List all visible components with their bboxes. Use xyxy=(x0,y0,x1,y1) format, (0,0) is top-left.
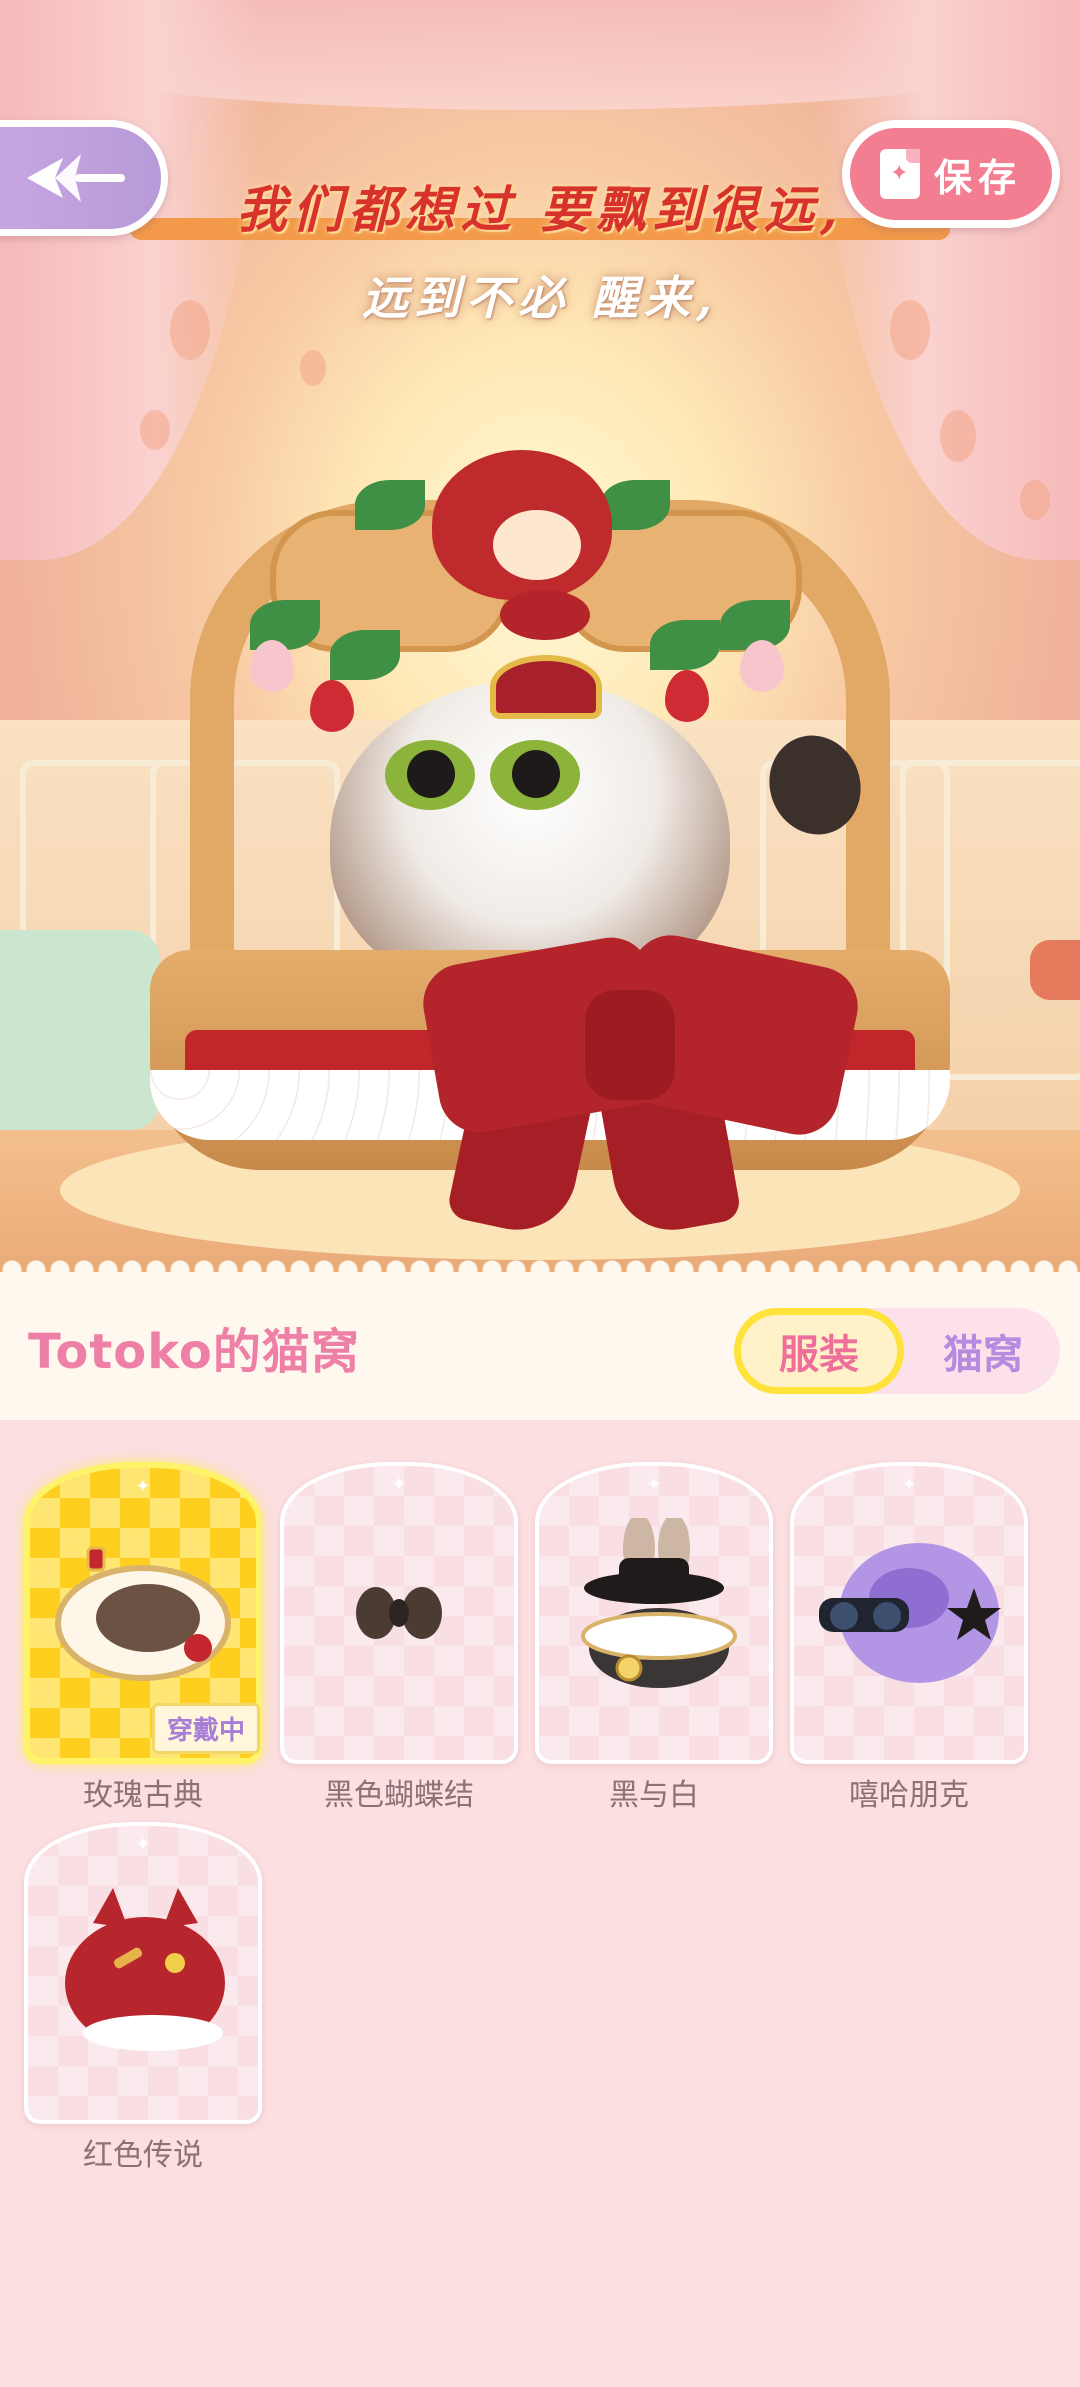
bow-knot xyxy=(585,990,675,1100)
cat-eye xyxy=(385,740,475,810)
equipped-badge: 穿戴中 xyxy=(151,1703,260,1754)
category-toggle: 服装 猫窝 xyxy=(734,1308,1060,1394)
leaf xyxy=(250,600,320,650)
cat-eye xyxy=(490,740,580,810)
black-and-white-outfit-icon xyxy=(581,1518,737,1688)
rose-classic-collar-icon xyxy=(55,1546,231,1681)
gift-box xyxy=(0,930,160,1130)
black-bow-icon xyxy=(356,1587,442,1639)
wall-dot xyxy=(1020,480,1050,520)
back-button[interactable] xyxy=(0,120,168,236)
ornament-bow xyxy=(500,590,590,640)
wall-dot xyxy=(300,350,326,386)
lyric-line-2: 远到不必 醒来, xyxy=(361,271,719,325)
crown xyxy=(490,655,602,719)
item-card-hiphop-punk[interactable]: ✦ xyxy=(790,1462,1028,1764)
item-card-red-legend[interactable]: ✦ xyxy=(24,1822,262,2124)
item-label: 黑色蝴蝶结 xyxy=(324,1778,474,1813)
save-button[interactable]: ✦ 保存 xyxy=(842,120,1060,228)
ornament-face xyxy=(493,510,581,580)
panel-header: Totoko的猫窝 服装 猫窝 xyxy=(0,1260,1080,1432)
item-label: 嘻哈朋克 xyxy=(849,1778,969,1813)
back-arrow-icon xyxy=(26,154,125,202)
stool xyxy=(1030,940,1080,1000)
wall-dot xyxy=(140,410,170,450)
item-label: 红色传说 xyxy=(83,2138,203,2173)
leaf xyxy=(650,620,720,670)
item-card-black-and-white[interactable]: ✦ xyxy=(535,1462,773,1764)
item-label: 黑与白 xyxy=(609,1778,699,1813)
page-title: Totoko的猫窝 xyxy=(28,1324,360,1380)
item-card-black-bow[interactable]: ✦ xyxy=(280,1462,518,1764)
item-label: 玫瑰古典 xyxy=(83,1778,203,1813)
save-button-label: 保存 xyxy=(933,155,1022,200)
item-card-rose-classic[interactable]: ✦ 穿戴中 xyxy=(24,1462,262,1764)
tab-outfit[interactable]: 服装 xyxy=(734,1308,904,1394)
leaf xyxy=(330,630,400,680)
red-legend-hood-icon xyxy=(65,1888,225,2051)
leaf xyxy=(355,480,425,530)
hiphop-punk-helmet-icon xyxy=(819,1543,1001,1683)
file-save-icon: ✦ xyxy=(879,149,920,199)
wall-dot xyxy=(940,410,976,462)
tab-cat-nest[interactable]: 猫窝 xyxy=(906,1308,1060,1394)
